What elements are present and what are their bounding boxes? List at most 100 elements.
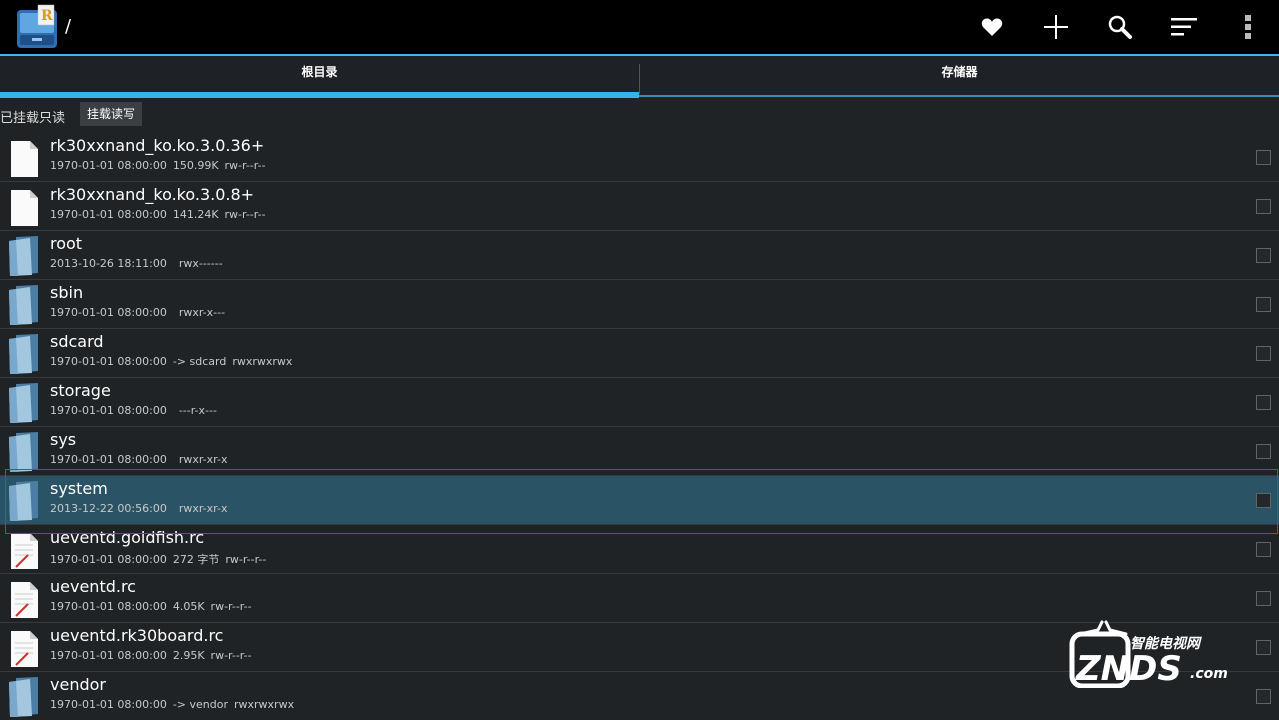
file-meta: 1970-01-01 08:00:00 2.95K rw-r--r--: [50, 649, 258, 662]
file-date: 1970-01-01 08:00:00: [50, 553, 167, 566]
row-checkbox[interactable]: [1256, 150, 1271, 165]
file-date: 2013-10-26 18:11:00: [50, 257, 167, 270]
file-row[interactable]: ueventd.rc 1970-01-01 08:00:00 4.05K rw-r--…: [0, 574, 1279, 623]
sort-button[interactable]: [1168, 11, 1200, 43]
search-button[interactable]: [1104, 11, 1136, 43]
mount-bar: 已挂载只读 挂载读写: [0, 98, 1279, 132]
file-row[interactable]: sdcard 1970-01-01 08:00:00 -> sdcard rwxrwx…: [0, 329, 1279, 378]
folder-icon: [9, 481, 38, 521]
file-meta: 1970-01-01 08:00:00 rwxr-x---: [50, 306, 231, 319]
row-checkbox[interactable]: [1256, 444, 1271, 459]
file-row[interactable]: rk30xxnand_ko.ko.3.0.8+ 1970-01-01 08:00:…: [0, 182, 1279, 231]
file-meta: 1970-01-01 08:00:00 -> sdcard rwxrwxrwx: [50, 355, 298, 368]
file-name: system: [50, 479, 108, 498]
file-meta: 1970-01-01 08:00:00 -> vendor rwxrwxrwx: [50, 698, 300, 711]
row-checkbox[interactable]: [1256, 542, 1271, 557]
file-size: 150.99K: [172, 159, 219, 172]
file-name: storage: [50, 381, 111, 400]
row-checkbox[interactable]: [1256, 395, 1271, 410]
row-checkbox[interactable]: [1256, 248, 1271, 263]
file-date: 2013-12-22 00:56:00: [50, 502, 167, 515]
file-date: 1970-01-01 08:00:00: [50, 404, 167, 417]
file-date: 1970-01-01 08:00:00: [50, 649, 167, 662]
row-checkbox[interactable]: [1256, 640, 1271, 655]
file-permissions: rwxrwxrwx: [232, 355, 293, 368]
file-meta: 1970-01-01 08:00:00 272 字节 rw-r--r--: [50, 551, 272, 567]
file-permissions: ---r-x---: [178, 404, 217, 417]
file-name: sbin: [50, 283, 84, 302]
current-path: /: [65, 16, 72, 37]
script-file-icon: [11, 533, 38, 569]
file-row[interactable]: root 2013-10-26 18:11:00 rwx------: [0, 231, 1279, 280]
file-row[interactable]: sbin 1970-01-01 08:00:00 rwxr-x---: [0, 280, 1279, 329]
file-date: 1970-01-01 08:00:00: [50, 208, 167, 221]
tab-bottom-line: [639, 95, 1279, 97]
file-permissions: rwxrwxrwx: [234, 698, 295, 711]
svg-text:R: R: [41, 8, 53, 24]
file-row[interactable]: system 2013-12-22 00:56:00 rwxr-xr-x: [0, 476, 1279, 525]
file-date: 1970-01-01 08:00:00: [50, 453, 167, 466]
file-name: ueventd.rc: [50, 577, 136, 596]
file-size: -> vendor: [172, 698, 228, 711]
file-date: 1970-01-01 08:00:00: [50, 306, 167, 319]
folder-icon: [9, 383, 38, 423]
favorites-button[interactable]: [976, 11, 1008, 43]
file-permissions: rwxr-xr-x: [178, 453, 228, 466]
row-checkbox[interactable]: [1256, 297, 1271, 312]
search-icon: [1108, 15, 1132, 39]
add-button[interactable]: [1040, 11, 1072, 43]
app-logo-icon[interactable]: R: [16, 4, 58, 50]
file-permissions: rwxr-x---: [178, 306, 226, 319]
tab-storage[interactable]: 存储器: [640, 56, 1279, 98]
row-checkbox[interactable]: [1256, 689, 1271, 704]
folder-icon: [9, 432, 38, 472]
file-permissions: rwxr-xr-x: [178, 502, 228, 515]
file-date: 1970-01-01 08:00:00: [50, 600, 167, 613]
action-bar: R /: [0, 0, 1279, 54]
mount-status: 已挂载只读: [0, 111, 66, 126]
file-meta: 1970-01-01 08:00:00 4.05K rw-r--r--: [50, 600, 258, 613]
script-file-icon: [11, 631, 38, 667]
file-size: 4.05K: [172, 600, 205, 613]
file-permissions: rw-r--r--: [224, 159, 266, 172]
file-meta: 1970-01-01 08:00:00 150.99K rw-r--r--: [50, 159, 272, 172]
overflow-menu-button[interactable]: [1232, 11, 1264, 43]
file-row[interactable]: ueventd.goldfish.rc 1970-01-01 08:00:00 27…: [0, 525, 1279, 574]
file-name: vendor: [50, 675, 106, 694]
file-name: ueventd.goldfish.rc: [50, 528, 205, 547]
tab-bar: 根目录 存储器: [0, 56, 1279, 98]
file-permissions: rw-r--r--: [225, 553, 267, 566]
file-permissions: rw-r--r--: [224, 208, 266, 221]
file-name: rk30xxnand_ko.ko.3.0.36+: [50, 136, 265, 155]
file-row[interactable]: ueventd.rk30board.rc 1970-01-01 08:00:00 2…: [0, 623, 1279, 672]
file-date: 1970-01-01 08:00:00: [50, 698, 167, 711]
file-name: rk30xxnand_ko.ko.3.0.8+: [50, 185, 255, 204]
file-date: 1970-01-01 08:00:00: [50, 355, 167, 368]
file-icon: [11, 141, 38, 177]
file-size: 141.24K: [172, 208, 219, 221]
file-name: sys: [50, 430, 77, 449]
row-checkbox[interactable]: [1256, 493, 1271, 508]
file-row[interactable]: storage 1970-01-01 08:00:00 ---r-x---: [0, 378, 1279, 427]
add-icon: [1044, 15, 1068, 39]
file-list: rk30xxnand_ko.ko.3.0.36+ 1970-01-01 08:00…: [0, 133, 1279, 720]
row-checkbox[interactable]: [1256, 346, 1271, 361]
file-size: -> sdcard: [172, 355, 227, 368]
file-name: root: [50, 234, 83, 253]
folder-icon: [9, 285, 38, 325]
file-size: 2.95K: [172, 649, 205, 662]
overflow-menu-icon: [1245, 15, 1251, 39]
file-meta: 2013-10-26 18:11:00 rwx------: [50, 257, 229, 270]
mount-rw-button[interactable]: 挂载读写: [80, 102, 143, 126]
file-row[interactable]: sys 1970-01-01 08:00:00 rwxr-xr-x: [0, 427, 1279, 476]
file-meta: 2013-12-22 00:56:00 rwxr-xr-x: [50, 502, 233, 515]
file-icon: [11, 190, 38, 226]
file-meta: 1970-01-01 08:00:00 ---r-x---: [50, 404, 223, 417]
row-checkbox[interactable]: [1256, 591, 1271, 606]
row-checkbox[interactable]: [1256, 199, 1271, 214]
folder-icon: [9, 677, 38, 717]
file-name: ueventd.rk30board.rc: [50, 626, 224, 645]
file-row[interactable]: rk30xxnand_ko.ko.3.0.36+ 1970-01-01 08:00…: [0, 133, 1279, 182]
folder-icon: [9, 236, 38, 276]
file-row[interactable]: vendor 1970-01-01 08:00:00 -> vendor rwxrwx…: [0, 672, 1279, 720]
